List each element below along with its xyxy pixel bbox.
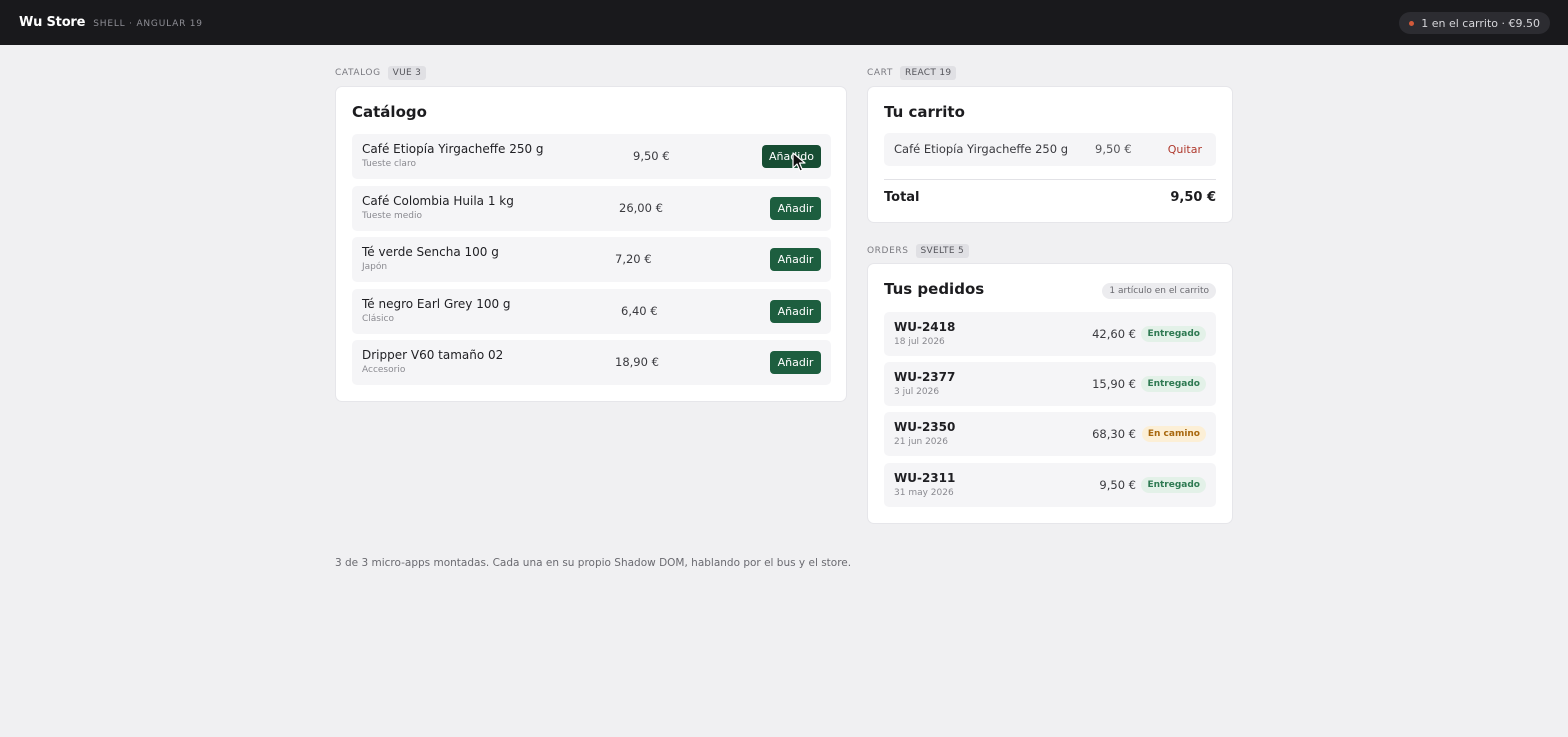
- order-date: 18 jul 2026: [894, 337, 945, 347]
- cart-item-row: Café Etiopía Yirgacheffe 250 g 9,50 € Qu…: [884, 133, 1216, 166]
- orders-title: Tus pedidos: [884, 280, 985, 298]
- cart-status-text: 1 en el carrito · €9.50: [1421, 16, 1540, 30]
- product-price: 7,20 €: [615, 252, 652, 266]
- shell-subtitle: SHELL · ANGULAR 19: [93, 18, 203, 29]
- cart-label-text: CART: [867, 68, 893, 78]
- remove-item-button[interactable]: Quitar: [1168, 143, 1202, 156]
- status-badge: Entregado: [1141, 477, 1206, 493]
- product-row: Té negro Earl Grey 100 g Clásico 6,40 € …: [352, 289, 831, 334]
- product-name: Café Etiopía Yirgacheffe 250 g: [362, 142, 544, 156]
- order-date: 3 jul 2026: [894, 387, 940, 397]
- order-total: 68,30 €: [1092, 427, 1136, 441]
- product-name: Dripper V60 tamaño 02: [362, 348, 504, 362]
- cart-indicator-dot-icon: [1409, 20, 1415, 26]
- status-badge: Entregado: [1141, 376, 1206, 392]
- footer-note: 3 de 3 micro-apps montadas. Cada una en …: [335, 557, 852, 569]
- product-subtitle: Clásico: [362, 314, 394, 324]
- order-row[interactable]: WU-2350 21 jun 2026 68,30 € En camino: [884, 412, 1216, 456]
- product-subtitle: Japón: [362, 262, 388, 272]
- add-to-cart-button[interactable]: Añadir: [770, 351, 821, 374]
- order-id: WU-2350: [894, 420, 956, 434]
- order-id: WU-2418: [894, 320, 956, 334]
- order-total: 15,90 €: [1092, 377, 1136, 391]
- orders-framework-tag: SVELTE 5: [915, 244, 970, 258]
- cart-total-label: Total: [884, 190, 920, 205]
- order-row[interactable]: WU-2311 31 may 2026 9,50 € Entregado: [884, 463, 1216, 507]
- product-subtitle: Tueste medio: [362, 211, 423, 221]
- catalog-label-text: CATALOG: [335, 68, 381, 78]
- order-date: 31 may 2026: [894, 488, 954, 498]
- cart-title: Tu carrito: [884, 103, 965, 121]
- orders-cart-count-badge: 1 artículo en el carrito: [1102, 283, 1216, 299]
- add-to-cart-button[interactable]: Añadir: [770, 248, 821, 271]
- product-name: Té negro Earl Grey 100 g: [362, 297, 511, 311]
- product-price: 9,50 €: [633, 149, 670, 163]
- catalog-section-label: CATALOG VUE 3: [335, 66, 427, 80]
- status-badge: En camino: [1141, 426, 1206, 442]
- catalog-title: Catálogo: [352, 103, 427, 121]
- product-price: 18,90 €: [615, 355, 659, 369]
- order-id: WU-2311: [894, 471, 956, 485]
- order-row[interactable]: WU-2418 18 jul 2026 42,60 € Entregado: [884, 312, 1216, 356]
- product-subtitle: Accesorio: [362, 365, 406, 375]
- cart-section-label: CART REACT 19: [867, 66, 957, 80]
- mouse-cursor-icon: [792, 152, 806, 172]
- product-row: Café Etiopía Yirgacheffe 250 g Tueste cl…: [352, 134, 831, 179]
- top-bar: Wu Store SHELL · ANGULAR 19 1 en el carr…: [0, 0, 1568, 45]
- product-price: 26,00 €: [619, 201, 663, 215]
- product-subtitle: Tueste claro: [362, 159, 416, 169]
- status-badge: Entregado: [1141, 326, 1206, 342]
- cart-item-price: 9,50 €: [1095, 142, 1132, 156]
- orders-section-label: ORDERS SVELTE 5: [867, 244, 970, 258]
- add-to-cart-button[interactable]: Añadir: [770, 197, 821, 220]
- orders-card: Tus pedidos 1 artículo en el carrito WU-…: [867, 263, 1233, 524]
- product-price: 6,40 €: [621, 304, 658, 318]
- cart-total-value: 9,50 €: [1170, 190, 1216, 205]
- orders-label-text: ORDERS: [867, 246, 909, 256]
- add-to-cart-button[interactable]: Añadir: [770, 300, 821, 323]
- order-date: 21 jun 2026: [894, 437, 948, 447]
- cart-item-name: Café Etiopía Yirgacheffe 250 g: [894, 142, 1068, 156]
- product-name: Té verde Sencha 100 g: [362, 245, 499, 259]
- order-total: 9,50 €: [1099, 478, 1136, 492]
- product-row: Café Colombia Huila 1 kg Tueste medio 26…: [352, 186, 831, 231]
- product-row: Té verde Sencha 100 g Japón 7,20 € Añadi…: [352, 237, 831, 282]
- order-total: 42,60 €: [1092, 327, 1136, 341]
- product-row: Dripper V60 tamaño 02 Accesorio 18,90 € …: [352, 340, 831, 385]
- order-id: WU-2377: [894, 370, 956, 384]
- order-row[interactable]: WU-2377 3 jul 2026 15,90 € Entregado: [884, 362, 1216, 406]
- catalog-framework-tag: VUE 3: [387, 66, 427, 80]
- cart-card: Tu carrito Café Etiopía Yirgacheffe 250 …: [867, 86, 1233, 223]
- product-name: Café Colombia Huila 1 kg: [362, 194, 514, 208]
- cart-status-pill[interactable]: 1 en el carrito · €9.50: [1399, 12, 1550, 34]
- cart-divider: [884, 179, 1216, 180]
- cart-framework-tag: REACT 19: [899, 66, 957, 80]
- brand-logo[interactable]: Wu Store: [19, 15, 85, 30]
- catalog-card: Catálogo Café Etiopía Yirgacheffe 250 g …: [335, 86, 847, 402]
